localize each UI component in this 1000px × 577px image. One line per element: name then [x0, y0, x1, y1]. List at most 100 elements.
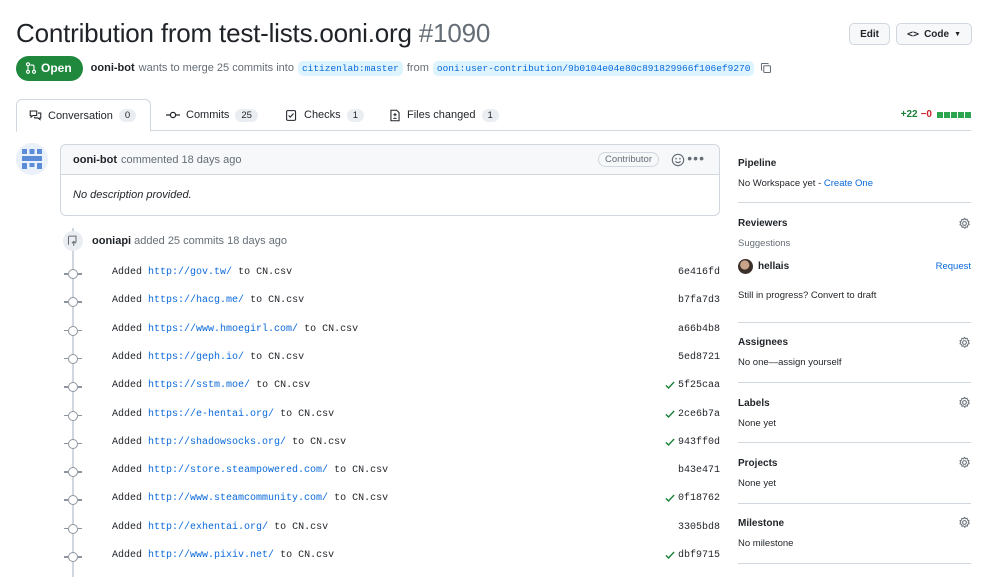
- commit-row: Added https://e-hentai.org/ to CN.csv 2ce…: [60, 408, 720, 424]
- commit-url-link[interactable]: http://www.steamcommunity.com/: [148, 493, 328, 504]
- commit-url-link[interactable]: https://geph.io/: [148, 352, 244, 363]
- check-icon[interactable]: [664, 549, 676, 561]
- commit-row: Added https://www.hmoegirl.com/ to CN.cs…: [60, 323, 720, 339]
- commit-url-link[interactable]: https://sstm.moe/: [148, 380, 250, 391]
- comment-timestamp[interactable]: commented 18 days ago: [121, 154, 241, 166]
- commit-message[interactable]: Added https://sstm.moe/ to CN.csv: [112, 380, 310, 391]
- comment-body: No description provided.: [73, 189, 192, 201]
- commit-icon: [64, 269, 82, 279]
- commit-message[interactable]: Added http://www.pixiv.net/ to CN.csv: [112, 550, 334, 561]
- pr-tabs: Conversation 0 Commits 25 Checks 1 Files…: [16, 99, 971, 132]
- commit-sha-link[interactable]: 5ed8721: [678, 352, 720, 363]
- tab-commits[interactable]: Commits 25: [154, 99, 270, 131]
- commit-url-link[interactable]: https://hacg.me/: [148, 295, 244, 306]
- create-workspace-link[interactable]: Create One: [824, 178, 873, 189]
- tab-checks[interactable]: Checks 1: [273, 99, 376, 131]
- request-review-button[interactable]: Request: [936, 261, 971, 272]
- head-branch[interactable]: ooni:user-contribution/9b0104e04e80c8918…: [432, 60, 755, 76]
- author-link[interactable]: ooni-bot: [91, 62, 135, 74]
- labels-heading[interactable]: Labels: [738, 398, 770, 409]
- commit-message[interactable]: Added http://www.steamcommunity.com/ to …: [112, 493, 388, 504]
- commits-event: ooniapi added 25 commits 18 days ago: [92, 235, 288, 247]
- commit-sha-link[interactable]: b7fa7d3: [678, 295, 720, 306]
- projects-heading[interactable]: Projects: [738, 458, 777, 469]
- gear-icon[interactable]: [958, 516, 971, 529]
- base-branch[interactable]: citizenlab:master: [297, 60, 403, 76]
- commit-icon: [64, 438, 82, 449]
- commit-sha-link[interactable]: b43e471: [678, 465, 720, 476]
- tab-files-changed[interactable]: Files changed 1: [377, 99, 511, 131]
- comment-author[interactable]: ooni-bot: [73, 154, 117, 166]
- commit-row: Added http://store.steampowered.com/ to …: [60, 464, 720, 480]
- commit-message[interactable]: Added https://e-hentai.org/ to CN.csv: [112, 409, 334, 420]
- commit-icon: [166, 111, 180, 119]
- commit-icon: [64, 353, 82, 364]
- commit-url-link[interactable]: http://shadowsocks.org/: [148, 437, 286, 448]
- commit-sha-link[interactable]: 5f25caa: [678, 380, 720, 391]
- avatar[interactable]: [16, 143, 48, 175]
- identicon-icon: [16, 143, 48, 175]
- event-author[interactable]: ooniapi: [92, 235, 131, 247]
- check-icon[interactable]: [664, 408, 676, 420]
- commit-sha-link[interactable]: 2ce6b7a: [678, 409, 720, 420]
- copy-icon[interactable]: [760, 62, 772, 74]
- code-icon: <>: [907, 28, 920, 40]
- commit-url-link[interactable]: https://e-hentai.org/: [148, 409, 274, 420]
- commit-message[interactable]: Added https://www.hmoegirl.com/ to CN.cs…: [112, 324, 358, 335]
- page-title: Contribution from test-lists.ooni.org #1…: [16, 14, 976, 52]
- convert-to-draft-link[interactable]: Still in progress? Convert to draft: [738, 290, 876, 301]
- commit-message[interactable]: Added http://exhentai.org/ to CN.csv: [112, 522, 328, 533]
- contributor-badge: Contributor: [598, 152, 659, 167]
- commit-icon: [64, 552, 82, 562]
- commit-sha-link[interactable]: 3305bd8: [678, 522, 720, 533]
- code-button[interactable]: <> Code ▼: [896, 23, 972, 45]
- sidebar-labels: Labels None yet: [738, 383, 971, 443]
- commit-message[interactable]: Added http://shadowsocks.org/ to CN.csv: [112, 437, 346, 448]
- avatar: [738, 259, 753, 274]
- suggested-reviewer[interactable]: hellais: [738, 259, 789, 274]
- commit-message[interactable]: Added http://store.steampowered.com/ to …: [112, 465, 388, 476]
- diffstat: +22 −0: [901, 109, 971, 120]
- gear-icon[interactable]: [958, 396, 971, 409]
- sidebar-milestone: Milestone No milestone: [738, 504, 971, 564]
- commit-url-link[interactable]: http://exhentai.org/: [148, 522, 268, 533]
- kebab-horizontal-icon[interactable]: •••: [687, 151, 705, 165]
- commit-message[interactable]: Added https://geph.io/ to CN.csv: [112, 352, 304, 363]
- commit-url-link[interactable]: http://store.steampowered.com/: [148, 465, 328, 476]
- smiley-icon[interactable]: [671, 153, 685, 167]
- gear-icon[interactable]: [958, 456, 971, 469]
- pr-header: Contribution from test-lists.ooni.org #1…: [16, 14, 976, 54]
- commit-sha-link[interactable]: 943ff0d: [678, 437, 720, 448]
- check-icon[interactable]: [664, 436, 676, 448]
- diffstat-blocks: [937, 111, 971, 118]
- comment-header: ooni-bot commented 18 days ago Contribut…: [61, 145, 719, 175]
- assign-yourself-link[interactable]: No one—assign yourself: [738, 357, 842, 368]
- assignees-heading[interactable]: Assignees: [738, 337, 788, 348]
- commit-row: Added https://sstm.moe/ to CN.csv 5f25caa: [60, 379, 720, 395]
- commits-event-badge: [63, 231, 83, 251]
- commit-sha-link[interactable]: 0f18762: [678, 493, 720, 504]
- commit-url-link[interactable]: https://www.hmoegirl.com/: [148, 324, 298, 335]
- commit-url-link[interactable]: http://www.pixiv.net/: [148, 550, 274, 561]
- milestone-heading[interactable]: Milestone: [738, 518, 784, 529]
- check-icon[interactable]: [664, 379, 676, 391]
- commit-sha-link[interactable]: 6e416fd: [678, 267, 720, 278]
- commit-icon: [64, 523, 82, 534]
- reviewers-heading[interactable]: Reviewers: [738, 218, 787, 229]
- gear-icon[interactable]: [958, 336, 971, 349]
- tab-conversation[interactable]: Conversation 0: [16, 99, 151, 132]
- commit-row: Added http://gov.tw/ to CN.csv 6e416fd: [60, 266, 720, 282]
- conversation-icon: [29, 110, 42, 121]
- edit-button[interactable]: Edit: [849, 23, 891, 45]
- commit-message[interactable]: Added http://gov.tw/ to CN.csv: [112, 267, 292, 278]
- commit-sha-link[interactable]: dbf9715: [678, 550, 720, 561]
- commit-icon: [64, 467, 82, 478]
- commit-url-link[interactable]: http://gov.tw/: [148, 267, 232, 278]
- commit-message[interactable]: Added https://hacg.me/ to CN.csv: [112, 295, 304, 306]
- check-icon[interactable]: [664, 492, 676, 504]
- sidebar-reviewers: Reviewers Suggestions hellais Request St…: [738, 203, 971, 323]
- file-diff-icon: [390, 109, 400, 121]
- commit-sha-link[interactable]: a66b4b8: [678, 324, 720, 335]
- gear-icon[interactable]: [958, 217, 971, 230]
- comment-box: ooni-bot commented 18 days ago Contribut…: [60, 144, 720, 216]
